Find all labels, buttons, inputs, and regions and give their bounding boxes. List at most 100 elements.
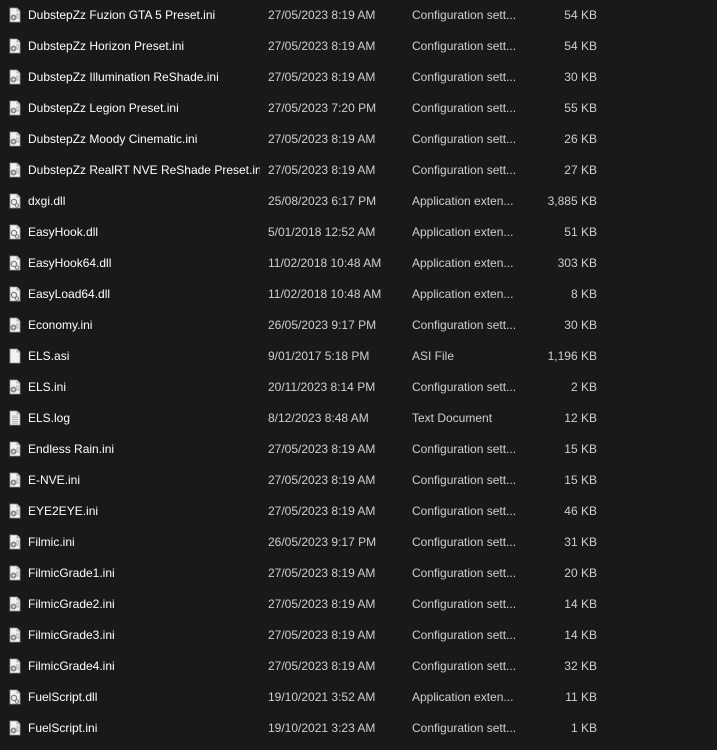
dll-file-icon — [7, 286, 23, 302]
file-date-modified: 11/02/2018 10:48 AM — [268, 287, 382, 301]
file-row[interactable]: EYE2EYE.ini 27/05/2023 8:19 AM Configurati… — [0, 496, 717, 526]
dll-file-icon — [7, 224, 23, 240]
file-type: Configuration sett... — [412, 659, 517, 673]
file-size: 8 KB — [570, 287, 597, 301]
file-name: FuelScript.ini — [28, 721, 98, 735]
file-name: ELS.asi — [28, 349, 70, 363]
file-type: Configuration sett... — [412, 39, 517, 53]
file-row[interactable]: EasyLoad64.dll 11/02/2018 10:48 AM Applica… — [0, 279, 717, 309]
file-type: Configuration sett... — [412, 380, 517, 394]
file-date-modified: 27/05/2023 8:19 AM — [268, 8, 376, 22]
file-type: Application exten... — [412, 690, 514, 704]
config-file-icon — [7, 441, 23, 457]
file-row[interactable]: ELS.log 8/12/2023 8:48 AM Text Document 12 … — [0, 403, 717, 433]
file-size: 31 KB — [564, 535, 597, 549]
file-row[interactable]: DubstepZz Illumination ReShade.ini 27/05/… — [0, 62, 717, 92]
file-size: 26 KB — [564, 132, 597, 146]
file-name: FilmicGrade2.ini — [28, 597, 115, 611]
file-type: Configuration sett... — [412, 721, 517, 735]
file-size: 15 KB — [564, 442, 597, 456]
file-type: Application exten... — [412, 256, 514, 270]
file-row[interactable]: EasyHook.dll 5/01/2018 12:52 AM Applicatio… — [0, 217, 717, 247]
dll-file-icon — [7, 193, 23, 209]
file-row[interactable]: EasyHook64.dll 11/02/2018 10:48 AM Applica… — [0, 248, 717, 278]
file-date-modified: 27/05/2023 8:19 AM — [268, 504, 376, 518]
file-name: EasyHook64.dll — [28, 256, 112, 270]
config-file-icon — [7, 69, 23, 85]
config-file-icon — [7, 131, 23, 147]
file-size: 46 KB — [564, 504, 597, 518]
file-size: 54 KB — [564, 8, 597, 22]
file-type: Configuration sett... — [412, 132, 517, 146]
file-size: 3,885 KB — [547, 194, 597, 208]
file-name: DubstepZz Horizon Preset.ini — [28, 39, 185, 53]
file-row[interactable]: FilmicGrade4.ini 27/05/2023 8:19 AM Config… — [0, 651, 717, 681]
file-size: 20 KB — [564, 566, 597, 580]
config-file-icon — [7, 565, 23, 581]
config-file-icon — [7, 658, 23, 674]
file-size: 51 KB — [564, 225, 597, 239]
file-row[interactable]: ELS.ini 20/11/2023 8:14 PM Configuration s… — [0, 372, 717, 402]
file-name: DubstepZz Moody Cinematic.ini — [28, 132, 198, 146]
file-row[interactable]: FilmicGrade2.ini 27/05/2023 8:19 AM Config… — [0, 589, 717, 619]
file-date-modified: 27/05/2023 8:19 AM — [268, 597, 376, 611]
file-date-modified: 27/05/2023 8:19 AM — [268, 132, 376, 146]
file-type: Configuration sett... — [412, 318, 517, 332]
file-type: Configuration sett... — [412, 566, 517, 580]
file-name: DubstepZz RealRT NVE ReShade Preset.ini — [28, 163, 260, 177]
file-date-modified: 27/05/2023 7:20 PM — [268, 101, 377, 115]
file-date-modified: 27/05/2023 8:19 AM — [268, 473, 376, 487]
file-type: Configuration sett... — [412, 8, 517, 22]
file-date-modified: 5/01/2018 12:52 AM — [268, 225, 376, 239]
file-name: ELS.ini — [28, 380, 67, 394]
file-name: EasyLoad64.dll — [28, 287, 111, 301]
file-size: 30 KB — [564, 318, 597, 332]
file-row[interactable]: dxgi.dll 25/08/2023 6:17 PM Application ex… — [0, 186, 717, 216]
file-row[interactable]: FuelScript.ini 19/10/2021 3:23 AM Configur… — [0, 713, 717, 743]
config-file-icon — [7, 596, 23, 612]
file-row[interactable]: DubstepZz Horizon Preset.ini 27/05/2023 8… — [0, 31, 717, 61]
config-file-icon — [7, 317, 23, 333]
file-type: Configuration sett... — [412, 535, 517, 549]
file-name: Endless Rain.ini — [28, 442, 115, 456]
file-row[interactable]: DubstepZz Moody Cinematic.ini 27/05/2023 … — [0, 124, 717, 154]
file-name: E-NVE.ini — [28, 473, 81, 487]
file-size: 11 KB — [565, 690, 597, 704]
file-type: Configuration sett... — [412, 442, 517, 456]
text-file-icon — [7, 410, 23, 426]
file-row[interactable]: DubstepZz RealRT NVE ReShade Preset.ini 2… — [0, 155, 717, 185]
file-size: 2 KB — [570, 380, 597, 394]
config-file-icon — [7, 38, 23, 54]
file-name: ELS.log — [28, 411, 71, 425]
file-row[interactable]: Economy.ini 26/05/2023 9:17 PM Configurati… — [0, 310, 717, 340]
file-type: Configuration sett... — [412, 504, 517, 518]
file-type: Application exten... — [412, 287, 514, 301]
file-row[interactable]: ELS.asi 9/01/2017 5:18 PM ASI File 1,196 KB — [0, 341, 717, 371]
file-date-modified: 27/05/2023 8:19 AM — [268, 659, 376, 673]
config-file-icon — [7, 627, 23, 643]
file-row[interactable]: Endless Rain.ini 27/05/2023 8:19 AM Config… — [0, 434, 717, 464]
file-type: Application exten... — [412, 194, 514, 208]
file-type: Application exten... — [412, 225, 514, 239]
file-date-modified: 19/10/2021 3:52 AM — [268, 690, 376, 704]
file-size: 15 KB — [564, 473, 597, 487]
file-row[interactable]: E-NVE.ini 27/05/2023 8:19 AM Configuration… — [0, 465, 717, 495]
file-row[interactable]: DubstepZz Fuzion GTA 5 Preset.ini 27/05/2… — [0, 0, 717, 30]
file-date-modified: 27/05/2023 8:19 AM — [268, 70, 376, 84]
file-row[interactable]: FuelScript.dll 19/10/2021 3:52 AM Applicat… — [0, 682, 717, 712]
file-date-modified: 27/05/2023 8:19 AM — [268, 628, 376, 642]
file-row[interactable]: FilmicGrade1.ini 27/05/2023 8:19 AM Config… — [0, 558, 717, 588]
file-list: DubstepZz Fuzion GTA 5 Preset.ini 27/05/2… — [0, 0, 717, 750]
file-name: EasyHook.dll — [28, 225, 99, 239]
file-size: 14 KB — [564, 597, 597, 611]
file-row[interactable]: Filmic.ini 26/05/2023 9:17 PM Configuratio… — [0, 527, 717, 557]
file-size: 12 KB — [564, 411, 597, 425]
file-date-modified: 27/05/2023 8:19 AM — [268, 163, 376, 177]
file-type: Configuration sett... — [412, 628, 517, 642]
file-name: FilmicGrade1.ini — [28, 566, 115, 580]
config-file-icon — [7, 379, 23, 395]
file-row[interactable]: FilmicGrade3.ini 27/05/2023 8:19 AM Config… — [0, 620, 717, 650]
file-row[interactable]: DubstepZz Legion Preset.ini 27/05/2023 7:… — [0, 93, 717, 123]
file-size: 27 KB — [564, 163, 597, 177]
file-date-modified: 19/10/2021 3:23 AM — [268, 721, 376, 735]
